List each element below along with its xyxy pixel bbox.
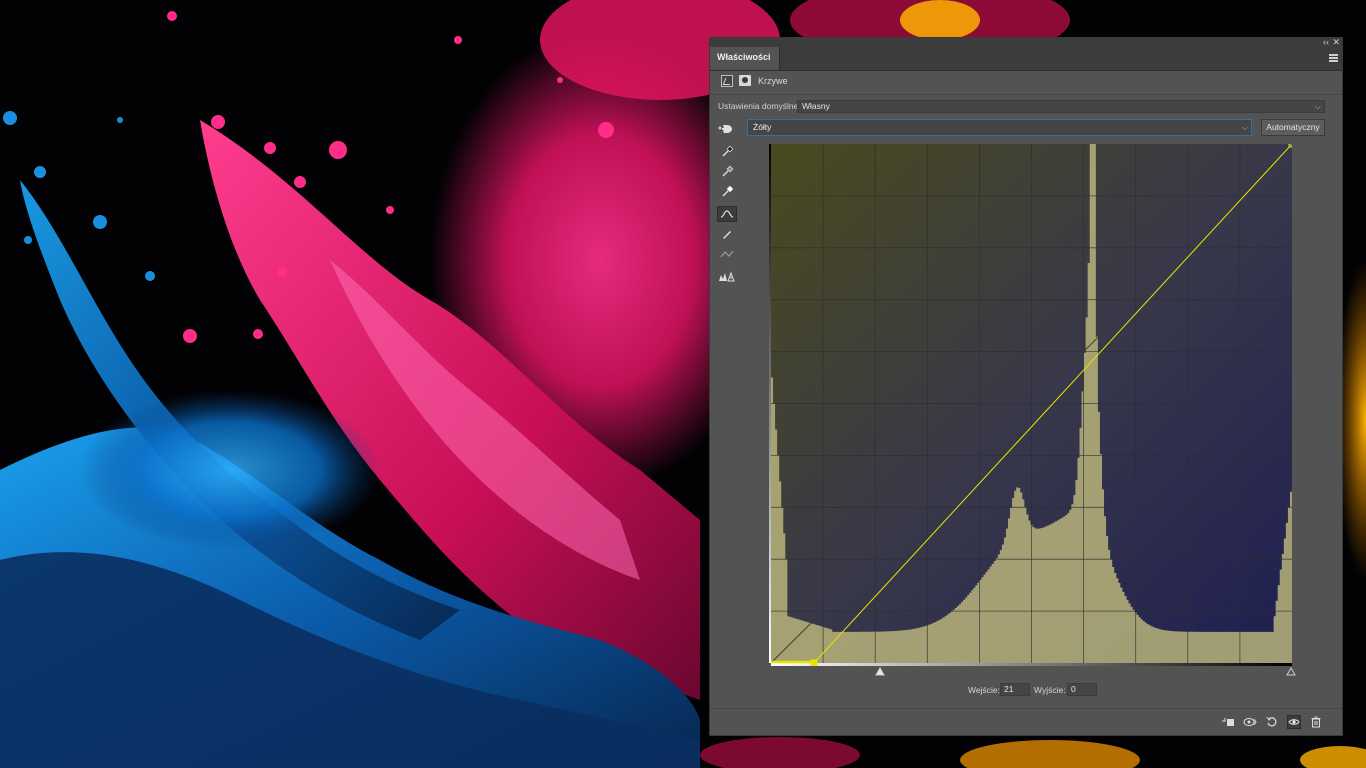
clip-to-layer-icon[interactable]	[1221, 715, 1235, 729]
sample-in-image-to-set-black-point-icon[interactable]	[717, 144, 737, 160]
edit-points-icon[interactable]	[717, 206, 737, 222]
draw-curve-icon[interactable]	[717, 226, 737, 242]
output-field[interactable]: 0	[1067, 683, 1097, 696]
input-field[interactable]: 21	[1000, 683, 1030, 696]
delete-icon[interactable]	[1309, 715, 1323, 729]
input-output-row: Wejście: 21 Wyjście: 0	[710, 683, 1342, 697]
chevron-down-icon: ⌵	[1314, 102, 1321, 111]
output-label: Wyjście:	[1034, 685, 1066, 695]
input-slider[interactable]	[709, 667, 1343, 679]
on-image-adjustment-hand-icon[interactable]	[718, 122, 734, 134]
visibility-eye-icon[interactable]	[1287, 715, 1301, 729]
divider	[710, 94, 1342, 95]
curve-control-point[interactable]	[1288, 144, 1292, 148]
black-point-slider-icon[interactable]	[875, 667, 885, 676]
adjustment-header: Krzywe	[710, 71, 1342, 93]
preset-label: Ustawienia domyślne:	[718, 101, 801, 111]
preset-value: Własny	[802, 101, 830, 111]
white-point-slider-icon[interactable]	[1286, 667, 1296, 676]
sample-in-image-to-set-gray-point-icon[interactable]	[717, 164, 737, 180]
sample-in-image-to-set-white-point-icon[interactable]	[717, 184, 737, 200]
reset-icon[interactable]	[1265, 715, 1279, 729]
channel-dropdown[interactable]: Żółty ⌵	[747, 119, 1252, 136]
panel-tab-row: Właściwości	[710, 47, 1342, 71]
input-label: Wejście:	[968, 685, 1000, 695]
view-previous-state-icon[interactable]	[1243, 715, 1257, 729]
layer-mask-icon[interactable]	[739, 75, 751, 86]
properties-panel: ‹‹ ✕ Właściwości Krzywe Ustawienia domyś…	[709, 37, 1343, 736]
curves-adjustment-icon[interactable]	[721, 75, 733, 87]
curve-control-point[interactable]	[810, 659, 818, 666]
input-tone-bar	[771, 663, 1292, 666]
tab-properties[interactable]: Właściwości	[710, 47, 780, 70]
adjustment-name: Krzywe	[758, 76, 788, 86]
output-tone-bar	[769, 144, 771, 663]
clipping-warning-icon[interactable]	[717, 268, 737, 284]
auto-button[interactable]: Automatyczny	[1261, 119, 1325, 136]
channel-value: Żółty	[753, 122, 772, 132]
preset-dropdown[interactable]: Własny ⌵	[797, 100, 1325, 113]
smooth-curve-icon[interactable]	[717, 246, 737, 262]
panel-menu-icon[interactable]	[1329, 54, 1338, 62]
panel-footer	[710, 708, 1342, 736]
panel-title-bar: ‹‹ ✕	[710, 37, 1342, 47]
curves-graph[interactable]	[769, 144, 1292, 666]
chevron-down-icon: ⌵	[1241, 123, 1248, 132]
